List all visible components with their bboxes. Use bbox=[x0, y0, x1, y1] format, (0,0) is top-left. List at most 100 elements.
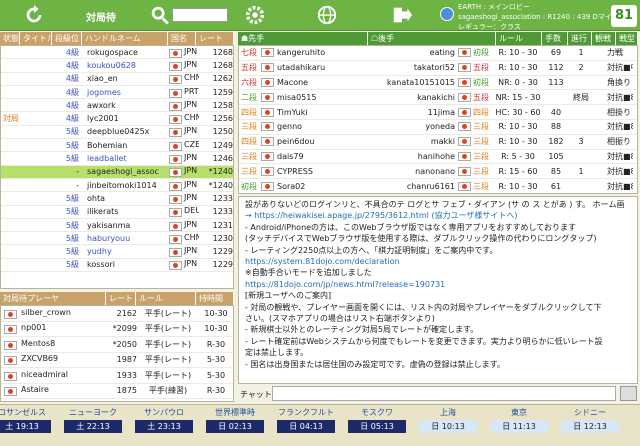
game-row[interactable]: 四段 pein6dou makki 三段 R: 10 - 30 182 3 相振り bbox=[239, 135, 637, 150]
sente-name[interactable]: kangeruhito bbox=[274, 48, 366, 57]
player-row[interactable]: 4級 xiao_en CHN 1262 bbox=[1, 73, 233, 86]
game-row[interactable]: 三段 CYPRESS nanonano 三段 R: 15 - 60 85 1 対抗■8 bbox=[239, 164, 637, 180]
game-row[interactable]: 三段 genno yoneda 三段 R: 10 - 30 88 対抗■8 bbox=[239, 120, 637, 135]
sente-name[interactable]: misa0515 bbox=[274, 93, 366, 102]
waiting-list[interactable]: silber_crown 2162 平手(レート) 10-30 np001 *2099 平手… bbox=[0, 305, 234, 402]
waiting-player[interactable]: niceadmiral bbox=[1, 370, 107, 381]
game-row[interactable]: 五段 utadahikaru takatori52 五段 R: 10 - 30 112 2 対… bbox=[239, 61, 637, 76]
player-name[interactable]: ilikerats bbox=[83, 207, 169, 216]
chat-send-button[interactable] bbox=[620, 386, 637, 401]
gote-name[interactable]: hanihohe bbox=[366, 152, 458, 161]
search-input[interactable] bbox=[172, 8, 228, 22]
col-rate[interactable]: レート bbox=[196, 32, 234, 45]
gear-icon[interactable] bbox=[243, 4, 267, 26]
sente-name[interactable]: dais79 bbox=[274, 152, 366, 161]
globe-icon[interactable] bbox=[315, 4, 339, 26]
waiting-row[interactable]: Mentos8 *2050 平手(レート) R-30 bbox=[1, 337, 233, 353]
player-name[interactable]: Bohemian bbox=[83, 141, 169, 150]
gote-name[interactable]: chanru6161 bbox=[366, 182, 458, 191]
col-wait-player[interactable]: 対局待プレーヤ bbox=[0, 292, 106, 305]
col-progress[interactable]: 進行 bbox=[568, 32, 592, 45]
player-name[interactable]: haburyouu bbox=[83, 234, 169, 243]
player-name[interactable]: lyc2001 bbox=[83, 114, 169, 123]
col-wait-time[interactable]: 持時間 bbox=[196, 292, 234, 305]
col-title[interactable]: タイトル bbox=[20, 32, 52, 45]
sente-name[interactable]: Macone bbox=[274, 78, 366, 87]
col-gote[interactable]: ☖後手 bbox=[368, 32, 496, 45]
player-name[interactable]: ohta bbox=[83, 194, 169, 203]
col-wait-rate[interactable]: レート bbox=[106, 292, 136, 305]
col-status[interactable]: 状態 bbox=[0, 32, 20, 45]
col-sente[interactable]: ☗先手 bbox=[238, 32, 368, 45]
col-moves[interactable]: 手数 bbox=[542, 32, 568, 45]
sente-name[interactable]: utadahikaru bbox=[274, 63, 366, 72]
player-row[interactable]: 対局 4級 lyc2001 CHN 1256 bbox=[1, 112, 233, 126]
gote-name[interactable]: eating bbox=[366, 48, 458, 57]
waiting-row[interactable]: silber_crown 2162 平手(レート) 10-30 bbox=[1, 306, 233, 322]
gote-name[interactable]: yoneda bbox=[366, 122, 458, 131]
gote-name[interactable]: kanata10151015 bbox=[366, 78, 458, 87]
player-row[interactable]: 4級 awxork JPN 1258 bbox=[1, 99, 233, 113]
col-wait-rule[interactable]: ルール bbox=[136, 292, 196, 305]
col-rank[interactable]: 段級位 bbox=[52, 32, 82, 45]
sente-name[interactable]: genno bbox=[274, 122, 366, 131]
player-row[interactable]: 5級 yakisanma JPN 1231 bbox=[1, 219, 233, 233]
gote-name[interactable]: nanonano bbox=[366, 167, 458, 176]
player-name[interactable]: jogomes bbox=[83, 88, 169, 97]
sente-name[interactable]: CYPRESS bbox=[274, 167, 366, 176]
player-name[interactable]: awxork bbox=[83, 101, 169, 110]
waiting-row[interactable]: np001 *2099 平手(レート) 10-30 bbox=[1, 322, 233, 337]
player-row[interactable]: 4級 rokugospace JPN 1268 bbox=[1, 46, 233, 60]
waiting-row[interactable]: ZXCVB69 1987 平手(レート) 5-30 bbox=[1, 353, 233, 368]
game-row[interactable]: 六段 Macone kanata10151015 初段 NR: 0 - 30 113 角換り bbox=[239, 76, 637, 91]
player-name[interactable]: koukou0628 bbox=[83, 61, 169, 70]
player-row[interactable]: 5級 haburyouu CHN 1230 bbox=[1, 232, 233, 246]
game-row[interactable]: 初段 Sora02 chanru6161 三段 R: 10 - 30 61 対抗■8 bbox=[239, 179, 637, 193]
waiting-player[interactable]: ZXCVB69 bbox=[1, 354, 107, 366]
player-row[interactable]: - jinbeitomoki1014 JPN *1240 bbox=[1, 179, 233, 193]
col-name[interactable]: ハンドルネーム bbox=[82, 32, 168, 45]
gote-name[interactable]: makki bbox=[366, 137, 458, 146]
info-link[interactable]: https://system.81dojo.com/declaration bbox=[245, 257, 400, 266]
gote-name[interactable]: kanakichi bbox=[366, 93, 458, 102]
player-row[interactable]: 4級 koukou0628 JPN 1268 bbox=[1, 59, 233, 73]
refresh-icon[interactable] bbox=[22, 4, 46, 26]
col-rule[interactable]: ルール bbox=[496, 32, 542, 45]
player-name[interactable]: kossori bbox=[83, 260, 169, 269]
col-style[interactable]: 戦型 bbox=[616, 32, 638, 45]
player-row[interactable]: 5級 kossori JPN 1229 bbox=[1, 259, 233, 273]
sente-name[interactable]: Sora02 bbox=[274, 182, 366, 191]
player-row[interactable]: 5級 deepblue0425x JPN 1250 bbox=[1, 126, 233, 140]
game-row[interactable]: 三段 dais79 hanihohe 三段 R: 5 - 30 105 対抗■8 bbox=[239, 150, 637, 165]
player-row[interactable]: 5級 ohta JPN 1233 bbox=[1, 192, 233, 206]
logout-icon[interactable] bbox=[390, 4, 414, 26]
search-icon[interactable] bbox=[148, 4, 172, 26]
gote-name[interactable]: takatori52 bbox=[366, 63, 458, 72]
player-row[interactable]: - sagaeshogi_assoc JPN *1240 bbox=[1, 165, 233, 179]
player-row[interactable]: 4級 jogomes PRT 1259 bbox=[1, 86, 233, 100]
game-row[interactable]: 二段 misa0515 kanakichi 五段 NR: 15 - 30 終局 対抗■8 bbox=[239, 90, 637, 106]
col-country[interactable]: 国名 bbox=[168, 32, 196, 45]
col-watch[interactable]: 観戦 bbox=[592, 32, 616, 45]
waiting-player[interactable]: np001 bbox=[1, 323, 107, 335]
info-link[interactable]: → https://heiwakisei.apage.jp/2795/3612.… bbox=[245, 211, 518, 220]
waiting-player[interactable]: Astaire bbox=[1, 385, 107, 397]
game-row[interactable]: 四段 TimYuki 11jima 四段 HC: 30 - 60 40 相掛り bbox=[239, 105, 637, 120]
gote-name[interactable]: 11jima bbox=[366, 108, 458, 117]
player-name[interactable]: sagaeshogi_assoc bbox=[83, 167, 169, 176]
info-link[interactable]: https://81dojo.com/jp/news.html?release=… bbox=[245, 280, 445, 289]
player-row[interactable]: 5級 yudhy JPN 1229 bbox=[1, 245, 233, 259]
player-name[interactable]: rokugospace bbox=[83, 48, 169, 57]
player-row[interactable]: 5級 Bohemian CZE 1249 bbox=[1, 139, 233, 153]
player-name[interactable]: yakisanma bbox=[83, 221, 169, 230]
player-name[interactable]: leadballet bbox=[83, 154, 169, 163]
player-name[interactable]: deepblue0425x bbox=[83, 127, 169, 136]
player-row[interactable]: 5級 ilikerats DEU 1233 bbox=[1, 206, 233, 219]
players-list[interactable]: 4級 rokugospace JPN 1268 4級 koukou0628 JPN 1268 4… bbox=[0, 45, 234, 289]
game-row[interactable]: 七段 kangeruhito eating 初段 R: 10 - 30 69 1 力戦 bbox=[239, 46, 637, 61]
player-name[interactable]: xiao_en bbox=[83, 74, 169, 83]
waiting-player[interactable]: Mentos8 bbox=[1, 339, 107, 350]
games-list[interactable]: 七段 kangeruhito eating 初段 R: 10 - 30 69 1 力戦 五段 ut… bbox=[238, 45, 638, 194]
waiting-row[interactable]: niceadmiral 1933 平手(レート) 5-30 bbox=[1, 368, 233, 384]
chat-input[interactable] bbox=[272, 386, 616, 401]
